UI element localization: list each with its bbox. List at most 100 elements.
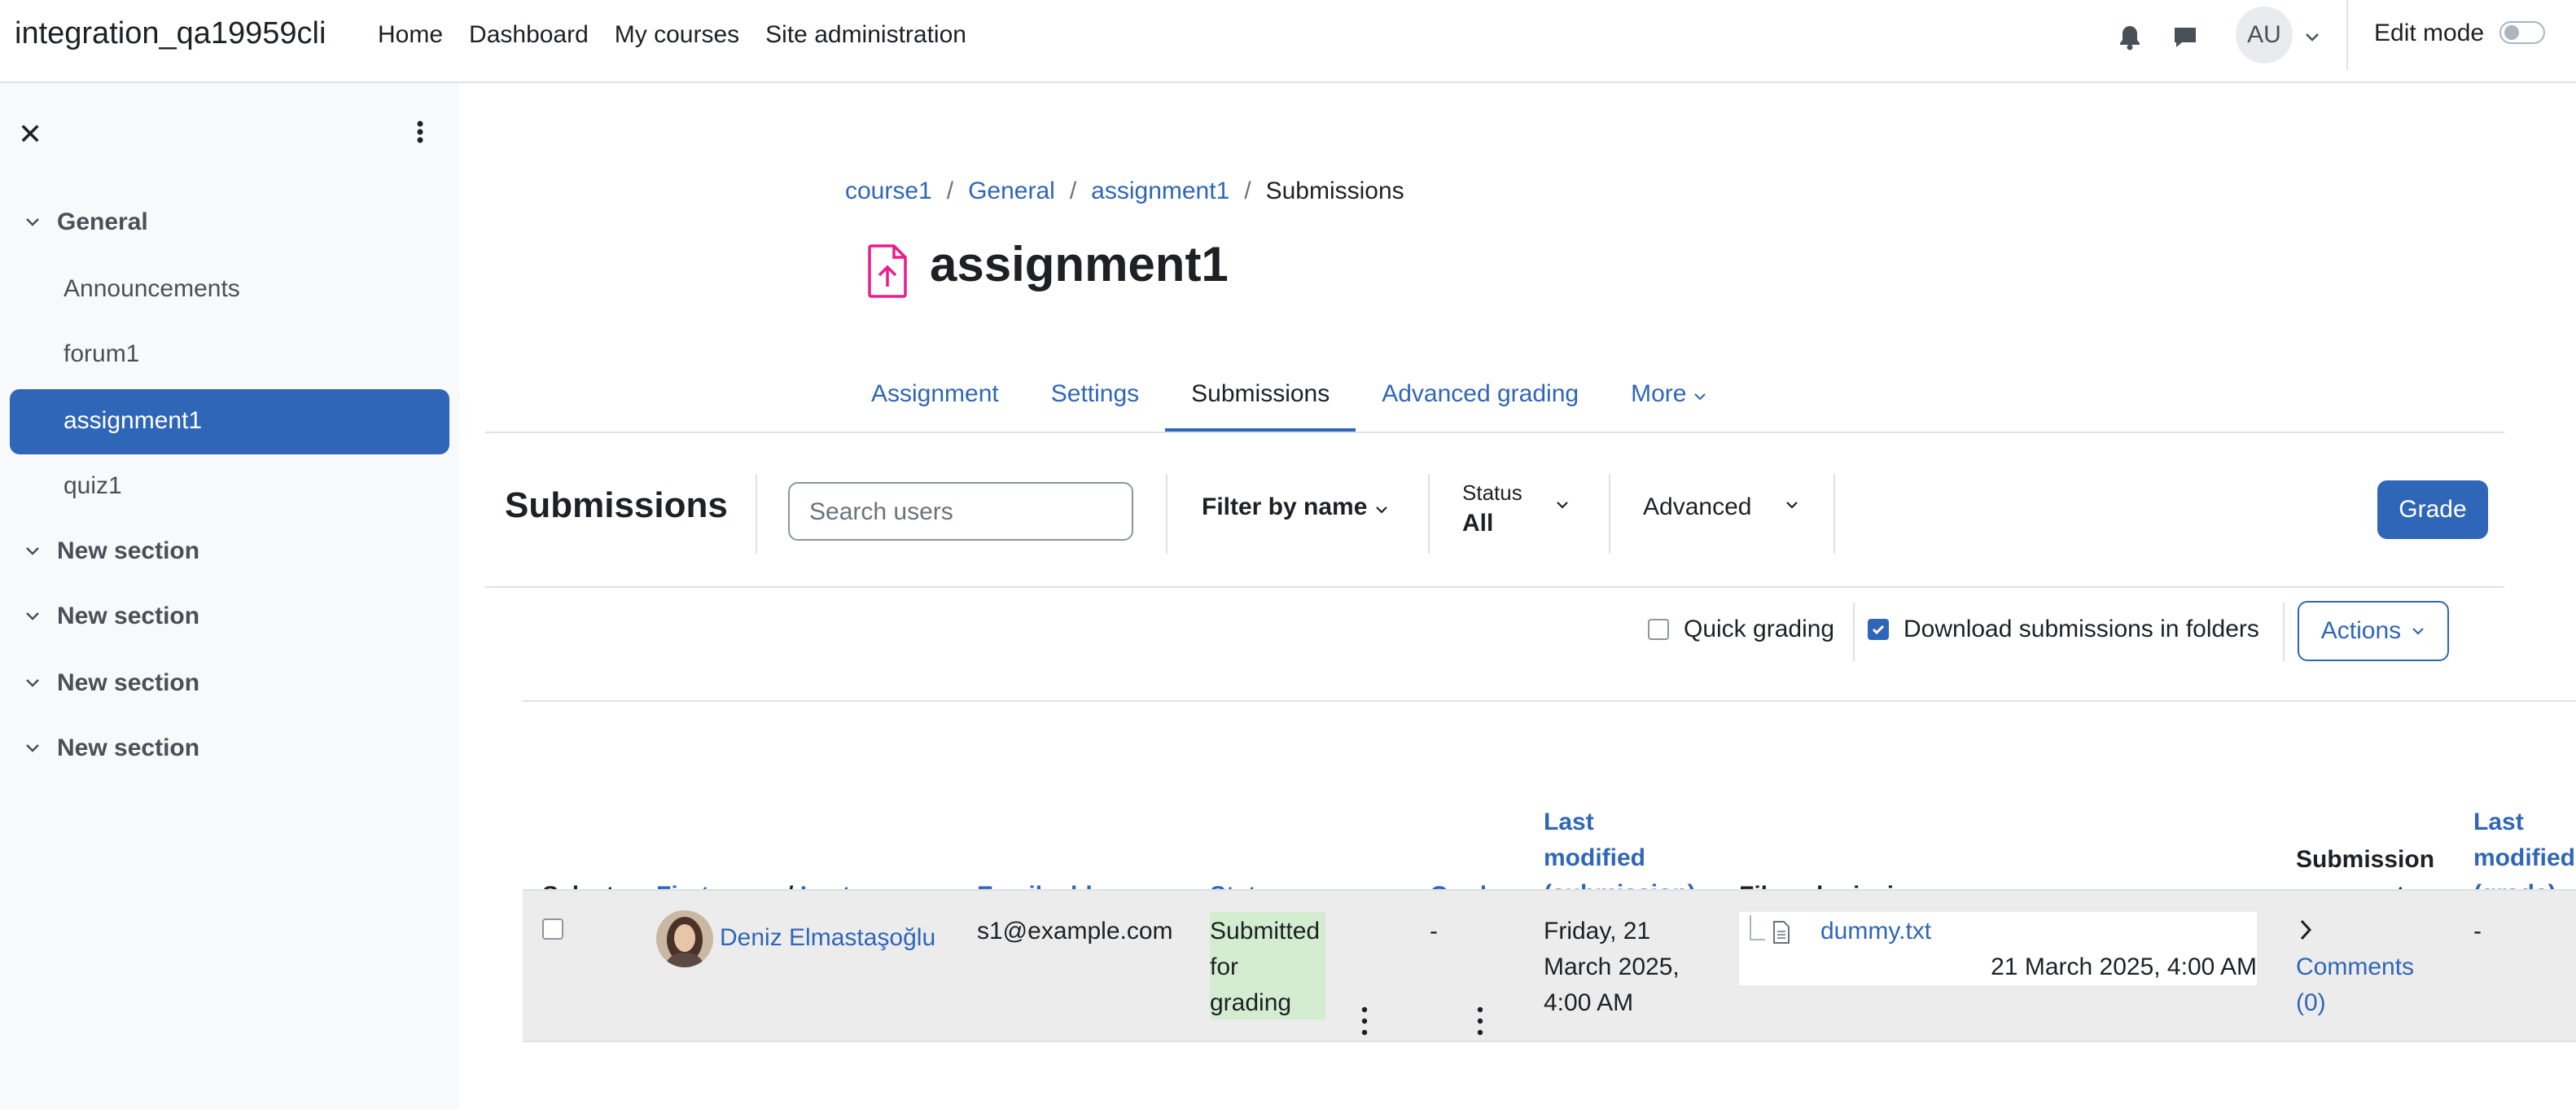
status-line: Submitted xyxy=(1210,918,1321,945)
section-label: General xyxy=(57,208,148,235)
secondary-navigation-tabs: Assignment Settings Submissions Advanced… xyxy=(845,363,1733,433)
submissions-heading: Submissions xyxy=(505,485,728,525)
actions-dropdown-button[interactable]: Actions xyxy=(2298,601,2449,661)
nav-item-quiz1[interactable]: quiz1 xyxy=(64,472,122,500)
nav-item-forum1[interactable]: forum1 xyxy=(64,340,139,368)
text-file-icon xyxy=(1773,921,1790,944)
breadcrumb-separator: / xyxy=(1244,178,1251,204)
tab-more-label: More xyxy=(1631,380,1687,407)
tab-more[interactable]: More xyxy=(1605,363,1733,433)
tab-settings[interactable]: Settings xyxy=(1025,363,1165,433)
chevron-down-icon xyxy=(2412,628,2424,635)
advanced-label: Advanced xyxy=(1643,493,1752,520)
section-new-4[interactable]: New section xyxy=(24,734,199,762)
tab-advanced-grading[interactable]: Advanced grading xyxy=(1356,363,1605,433)
submission-status: Submitted for grading xyxy=(1210,914,1320,1021)
search-users-input[interactable]: Search users xyxy=(788,482,1133,541)
comments-line: (0) xyxy=(2296,989,2326,1016)
row-select-checkbox[interactable] xyxy=(542,918,563,940)
file-submission-box: dummy.txt 21 March 2025, 4:00 AM xyxy=(1739,912,2257,985)
filter-by-name-label: Filter by name xyxy=(1202,493,1368,520)
status-line: for xyxy=(1210,953,1239,980)
student-name-link[interactable]: Deniz Elmastaşoğlu xyxy=(720,920,935,956)
user-avatar[interactable] xyxy=(656,910,713,967)
quick-grading-checkbox[interactable] xyxy=(1648,619,1669,640)
file-date: 21 March 2025, 4:00 AM xyxy=(1991,953,2257,980)
chevron-down-icon xyxy=(1694,393,1706,401)
advanced-filter-dropdown[interactable]: Advanced xyxy=(1643,493,1751,521)
student-email: s1@example.com xyxy=(977,918,1173,945)
primary-navigation: Home Dashboard My courses Site administr… xyxy=(378,21,966,49)
nav-item-announcements[interactable]: Announcements xyxy=(64,275,240,303)
tab-assignment[interactable]: Assignment xyxy=(845,363,1025,433)
close-drawer-icon[interactable]: ✕ xyxy=(18,117,42,151)
grade-actions-kebab-icon[interactable] xyxy=(1477,1006,1483,1036)
nav-my-courses[interactable]: My courses xyxy=(615,21,739,49)
breadcrumb-course1[interactable]: course1 xyxy=(845,178,932,205)
nav-item-assignment1[interactable]: assignment1 xyxy=(10,389,449,454)
toolbar-divider xyxy=(756,474,757,554)
quick-grading-label: Quick grading xyxy=(1684,616,1835,642)
filter-by-name-dropdown[interactable]: Filter by name xyxy=(1202,493,1389,521)
nav-item-label: assignment1 xyxy=(64,407,203,434)
breadcrumb-general[interactable]: General xyxy=(968,178,1055,205)
section-new-2[interactable]: New section xyxy=(24,603,199,630)
nav-site-administration[interactable]: Site administration xyxy=(765,21,966,49)
tab-submissions[interactable]: Submissions xyxy=(1165,363,1356,433)
section-new-3[interactable]: New section xyxy=(24,669,199,697)
chevron-down-icon xyxy=(26,218,39,226)
section-label: New section xyxy=(57,603,200,629)
header-line: Submission xyxy=(2296,846,2435,873)
user-avatar-menu[interactable]: AU xyxy=(2236,7,2293,64)
status-actions-kebab-icon[interactable] xyxy=(1361,1006,1368,1036)
search-placeholder: Search users xyxy=(809,498,953,525)
navbar-divider xyxy=(2346,0,2348,70)
chevron-right-icon[interactable] xyxy=(2299,918,2312,941)
user-initials: AU xyxy=(2247,21,2281,48)
comments-link[interactable]: Comments (0) xyxy=(2296,949,2414,1021)
chevron-down-icon xyxy=(26,612,39,620)
grade-value: - xyxy=(1430,918,1438,945)
file-tree-connector-icon xyxy=(1750,915,1765,940)
toolbar-divider xyxy=(1609,474,1610,554)
options-divider xyxy=(2283,603,2285,661)
section-label: New section xyxy=(57,734,200,761)
header-line: Last xyxy=(1544,809,1594,835)
last-modified-grade: - xyxy=(2473,918,2482,945)
section-label: New section xyxy=(57,669,200,696)
header-line: Last xyxy=(2473,809,2524,835)
status-chevron-down-icon[interactable] xyxy=(1555,500,1570,510)
notifications-bell-icon[interactable] xyxy=(2114,21,2146,54)
breadcrumb-assignment1[interactable]: assignment1 xyxy=(1091,178,1229,205)
edit-mode-toggle[interactable] xyxy=(2499,21,2545,44)
breadcrumb-current: Submissions xyxy=(1265,178,1404,204)
chevron-down-icon xyxy=(26,547,39,555)
section-general[interactable]: General xyxy=(24,208,148,236)
breadcrumb-separator: / xyxy=(946,178,954,204)
nav-home[interactable]: Home xyxy=(378,21,443,49)
advanced-chevron-down-icon[interactable] xyxy=(1785,500,1799,510)
download-in-folders-label: Download submissions in folders xyxy=(1904,616,2259,642)
breadcrumb: course1 / General / assignment1 / Submis… xyxy=(845,178,1404,205)
chevron-down-icon xyxy=(26,679,39,687)
messages-chat-icon[interactable] xyxy=(2169,21,2201,54)
toolbar-bottom-divider xyxy=(485,586,2504,588)
header-line: modified xyxy=(1544,844,1645,871)
file-link[interactable]: dummy.txt xyxy=(1820,914,1931,949)
grade-button[interactable]: Grade xyxy=(2377,480,2488,539)
section-new-1[interactable]: New section xyxy=(24,537,199,565)
site-name[interactable]: integration_qa19959cli xyxy=(15,16,326,51)
nav-dashboard[interactable]: Dashboard xyxy=(469,21,589,49)
status-filter-value[interactable]: All xyxy=(1462,510,1493,537)
last-modified-submission: Friday, 21 March 2025, 4:00 AM xyxy=(1544,914,1680,1021)
edit-mode-label: Edit mode xyxy=(2374,20,2485,46)
download-in-folders-checkbox[interactable] xyxy=(1868,619,1889,640)
toolbar-divider xyxy=(1166,474,1168,554)
user-menu-chevron-down-icon[interactable] xyxy=(2296,21,2328,54)
table-top-border xyxy=(523,700,2576,702)
drawer-options-kebab-icon[interactable] xyxy=(412,116,428,148)
toolbar-divider xyxy=(1428,474,1430,554)
section-label: New section xyxy=(57,537,200,564)
chevron-down-icon xyxy=(26,744,39,752)
header-line: modified xyxy=(2473,844,2575,871)
